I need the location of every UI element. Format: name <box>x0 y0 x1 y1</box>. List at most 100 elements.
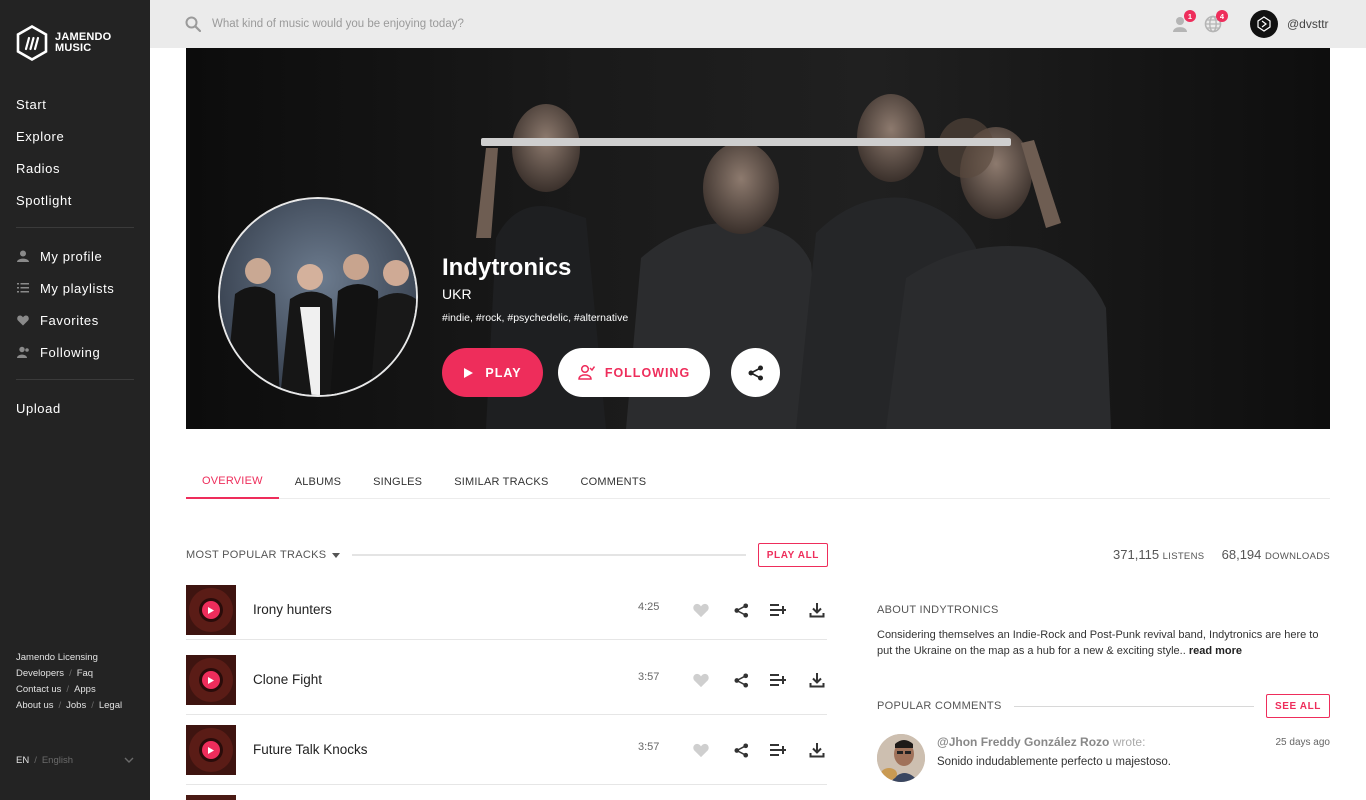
track-name[interactable]: Future Talk Knocks <box>253 742 368 757</box>
section-divider <box>352 554 746 556</box>
sidebar-item-label: My profile <box>40 248 103 264</box>
track-cover <box>186 655 236 705</box>
popular-tracks-title[interactable]: MOST POPULAR TRACKS <box>186 549 326 561</box>
user-menu[interactable]: @dvsttr <box>1250 10 1329 38</box>
caret-down-icon[interactable] <box>332 552 341 558</box>
share-button[interactable] <box>731 348 780 397</box>
avatar[interactable] <box>877 734 925 782</box>
sidebar-item-label: Radios <box>16 160 61 176</box>
track-play-button[interactable] <box>202 741 220 759</box>
comment-author: @Jhon Freddy González Rozo wrote: <box>937 735 1145 749</box>
language-selector[interactable]: EN / English <box>16 755 134 766</box>
track-share-button[interactable] <box>732 671 750 689</box>
track-play-button[interactable] <box>202 601 220 619</box>
jamendo-logo[interactable]: JAMENDO MUSIC <box>16 25 111 61</box>
tab-label: ALBUMS <box>294 476 342 488</box>
comment-author-name[interactable]: @Jhon Freddy González Rozo <box>937 735 1109 749</box>
chevron-down-icon <box>124 755 134 766</box>
followers-icon <box>578 365 595 380</box>
link-apps[interactable]: Apps <box>74 684 96 695</box>
track-row[interactable]: Clone Fight 3:57 <box>186 645 827 715</box>
link-faq[interactable]: Faq <box>77 668 93 679</box>
sidebar-divider <box>16 227 134 228</box>
track-share-button[interactable] <box>732 601 750 619</box>
tab-albums[interactable]: ALBUMS <box>279 465 357 499</box>
sidebar-item-my-profile[interactable]: My profile <box>16 240 134 272</box>
sidebar-item-start[interactable]: Start <box>16 88 134 120</box>
language-name: English <box>41 755 74 766</box>
link-jobs[interactable]: Jobs <box>66 700 86 711</box>
track-name[interactable]: Irony hunters <box>253 602 332 617</box>
popular-comments-title: POPULAR COMMENTS <box>877 700 1002 712</box>
share-icon <box>733 742 748 758</box>
sidebar-divider <box>16 379 134 380</box>
read-more-link[interactable]: read more <box>1189 645 1242 657</box>
sidebar-item-explore[interactable]: Explore <box>16 120 134 152</box>
add-to-playlist-button[interactable] <box>769 601 787 619</box>
play-icon <box>208 676 214 684</box>
play-icon <box>464 367 474 378</box>
tab-label: SIMILAR TRACKS <box>454 476 549 488</box>
about-body: Considering themselves an Indie-Rock and… <box>877 629 1319 657</box>
track-duration: 4:25 <box>638 601 660 613</box>
download-icon <box>809 743 825 758</box>
download-button[interactable] <box>808 671 826 689</box>
sidebar-item-favorites[interactable]: Favorites <box>16 304 134 336</box>
track-row[interactable]: Irony hunters 4:25 <box>186 570 827 640</box>
search-input[interactable] <box>212 14 812 34</box>
tab-overview[interactable]: OVERVIEW <box>186 465 279 499</box>
track-play-button[interactable] <box>202 671 220 689</box>
link-separator: / <box>58 700 62 711</box>
add-to-playlist-button[interactable] <box>769 741 787 759</box>
comment-text: Sonido indudablemente perfecto u majesto… <box>937 756 1171 768</box>
track-share-button[interactable] <box>732 741 750 759</box>
track-cover <box>186 725 236 775</box>
link-contact[interactable]: Contact us <box>16 684 61 695</box>
tab-singles[interactable]: SINGLES <box>357 465 438 499</box>
track-duration: 3:57 <box>638 671 660 683</box>
sidebar-item-label: My playlists <box>40 280 115 296</box>
link-legal[interactable]: Legal <box>99 700 122 711</box>
play-icon <box>208 746 214 754</box>
notifications-button[interactable]: 1 <box>1172 10 1196 33</box>
tab-similar-tracks[interactable]: SIMILAR TRACKS <box>438 465 564 499</box>
download-button[interactable] <box>808 601 826 619</box>
play-all-button[interactable]: PLAY ALL <box>757 543 828 567</box>
link-licensing[interactable]: Jamendo Licensing <box>16 652 98 663</box>
sidebar-item-radios[interactable]: Radios <box>16 152 134 184</box>
download-button[interactable] <box>808 741 826 759</box>
list-icon <box>16 281 30 295</box>
sidebar-footer-links: Jamendo Licensing Developers / Faq Contact… <box>16 650 122 714</box>
favorite-button[interactable] <box>692 601 710 619</box>
track-duration: 3:57 <box>638 741 660 753</box>
activity-button[interactable]: 4 <box>1204 10 1228 33</box>
see-all-button[interactable]: SEE ALL <box>1265 694 1330 718</box>
favorite-button[interactable] <box>692 671 710 689</box>
sidebar-item-following[interactable]: Following <box>16 336 134 368</box>
downloads-count: 68,194 <box>1221 547 1262 562</box>
share-icon <box>748 365 763 380</box>
following-button[interactable]: FOLLOWING <box>558 348 710 397</box>
link-about[interactable]: About us <box>16 700 54 711</box>
tab-comments[interactable]: COMMENTS <box>565 465 663 499</box>
play-button[interactable]: PLAY <box>442 348 543 397</box>
language-code: EN <box>16 755 30 766</box>
sidebar-item-label: Spotlight <box>16 192 72 208</box>
sidebar-item-my-playlists[interactable]: My playlists <box>16 272 134 304</box>
comment-time: 25 days ago <box>1275 737 1331 748</box>
sidebar-item-label: Upload <box>16 400 61 416</box>
about-title: ABOUT INDYTRONICS <box>877 604 999 616</box>
artist-name: Indytronics <box>442 254 572 281</box>
track-row[interactable]: Future Talk Knocks 3:57 <box>186 715 827 785</box>
play-all-label: PLAY ALL <box>766 549 819 561</box>
sidebar-item-upload[interactable]: Upload <box>16 392 134 424</box>
link-developers[interactable]: Developers <box>16 668 64 679</box>
popular-tracks-header: MOST POPULAR TRACKS PLAY ALL <box>186 543 828 567</box>
add-to-playlist-button[interactable] <box>769 671 787 689</box>
artist-country: UKR <box>442 286 472 302</box>
track-name[interactable]: Clone Fight <box>253 672 322 687</box>
sidebar-item-spotlight[interactable]: Spotlight <box>16 184 134 216</box>
sidebar-item-label: Explore <box>16 128 65 144</box>
favorite-button[interactable] <box>692 741 710 759</box>
link-separator: / <box>69 668 72 679</box>
